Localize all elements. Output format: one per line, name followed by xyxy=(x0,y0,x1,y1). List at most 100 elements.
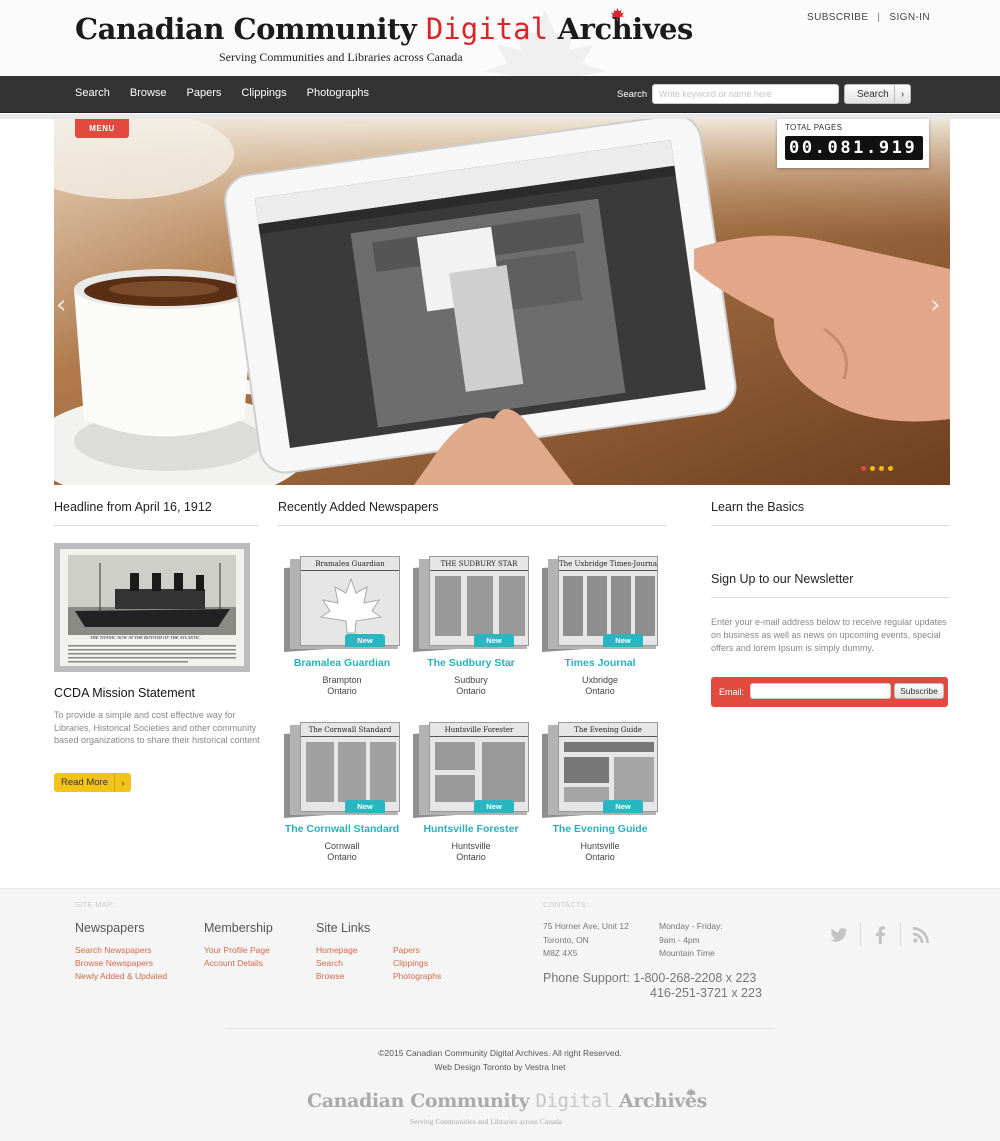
read-more-label: Read More xyxy=(61,777,108,788)
footer-link-search-newspapers[interactable]: Search Newspapers xyxy=(75,945,152,955)
search-button-label: Search xyxy=(857,88,889,100)
section-rule xyxy=(711,597,950,598)
new-badge: New xyxy=(345,634,385,647)
read-more-button[interactable]: Read More › xyxy=(54,773,131,792)
slider-dot-2[interactable] xyxy=(870,466,875,471)
newspaper-card[interactable]: The Evening Guide New The Evening Guide … xyxy=(535,717,665,872)
footer-link-clippings[interactable]: Clippings xyxy=(393,958,428,968)
link-separator: | xyxy=(877,12,881,23)
newspaper-masthead: The Cornwall Standard xyxy=(301,723,399,737)
footer-link-account[interactable]: Account Details xyxy=(204,958,263,968)
newspaper-thumbnail: Bramalea Guardian xyxy=(300,556,400,646)
footer-logo[interactable]: Canadian Community Digital Archives xyxy=(307,1090,707,1112)
site-tagline: Serving Communities and Libraries across… xyxy=(219,50,463,64)
newspaper-province: Ontario xyxy=(456,852,486,862)
slider-dot-1[interactable] xyxy=(861,466,866,471)
newspaper-thumbnail: The Evening Guide xyxy=(558,722,658,812)
newsprint-columns-icon xyxy=(563,576,655,636)
newsprint-columns-icon xyxy=(435,576,525,636)
basics-title: Learn the Basics xyxy=(711,500,805,514)
footer-address: 75 Horner Ave, Unit 12 Toronto, ON M8Z 4X5 xyxy=(543,921,629,958)
newspaper-name[interactable]: Bramalea Guardian xyxy=(277,657,407,669)
subscribe-link[interactable]: SUBSCRIBE xyxy=(807,12,868,23)
footer-hours: Monday - Friday: 9am - 4pm Mountain Time xyxy=(659,921,723,958)
nav-item-clippings[interactable]: Clippings xyxy=(241,87,286,99)
slider-dot-3[interactable] xyxy=(879,466,884,471)
new-badge: New xyxy=(603,634,643,647)
footer-link-search[interactable]: Search xyxy=(316,958,343,968)
footer-link-profile[interactable]: Your Profile Page xyxy=(204,945,270,955)
newsprint-columns-icon xyxy=(306,742,396,802)
total-pages-counter: TOTAL PAGES 00.081.919 xyxy=(777,119,929,168)
newspaper-city: Brampton xyxy=(322,675,362,685)
newspaper-name[interactable]: The Sudbury Star xyxy=(406,657,536,669)
hero-slider-image xyxy=(54,119,950,485)
newspaper-masthead: Huntsville Forester xyxy=(430,723,528,737)
newspaper-city: Sudbury xyxy=(454,675,488,685)
signin-link[interactable]: SIGN-IN xyxy=(889,12,930,23)
slider-next-arrow-icon[interactable]: › xyxy=(930,290,940,320)
account-links: SUBSCRIBE | SIGN-IN xyxy=(807,12,930,23)
newspaper-card[interactable]: Huntsville Forester New Huntsville Fores… xyxy=(406,717,536,872)
phone-support: Phone Support: 1-800-268-2208 x 223 416-… xyxy=(543,971,762,1000)
site-logo[interactable]: Canadian Community Digital Archives xyxy=(75,12,693,46)
footer-link-photographs[interactable]: Photographs xyxy=(393,971,441,981)
search-input[interactable] xyxy=(652,84,839,104)
newsprint-columns-icon xyxy=(435,742,525,802)
newsletter-title: Sign Up to our Newsletter xyxy=(711,572,854,586)
footer-sitelinks-title: Site Links xyxy=(316,921,371,935)
email-field[interactable] xyxy=(750,683,891,699)
footer-link-papers[interactable]: Papers xyxy=(393,945,420,955)
newspaper-thumbnail: Huntsville Forester xyxy=(429,722,529,812)
slider-prev-arrow-icon[interactable]: ‹ xyxy=(56,290,66,320)
new-badge: New xyxy=(603,800,643,813)
footer-link-browse[interactable]: Browse xyxy=(316,971,344,981)
footer-link-homepage[interactable]: Homepage xyxy=(316,945,358,955)
mission-text: To provide a simple and cost effective w… xyxy=(54,710,260,745)
newspaper-masthead: The Uxbridge Times-Journal xyxy=(559,557,657,571)
subscribe-button[interactable]: Subscribe xyxy=(894,683,944,699)
newspaper-masthead: The Evening Guide xyxy=(559,723,657,737)
email-label: Email: xyxy=(719,687,745,697)
newspaper-city: Huntsville xyxy=(451,841,491,851)
headline-caption: THE TITANIC NOW AT THE BOTTOM OF THE ATL… xyxy=(90,635,202,640)
maple-leaf-icon xyxy=(686,1088,696,1098)
twitter-icon[interactable] xyxy=(828,924,850,946)
footer-membership-title: Membership xyxy=(204,921,273,935)
headline-newspaper-image[interactable]: THE TITANIC NOW AT THE BOTTOM OF THE ATL… xyxy=(54,543,250,672)
newspaper-name[interactable]: Times Journal xyxy=(535,657,665,669)
newspaper-card[interactable]: Bramalea Guardian New Bramalea Guardian … xyxy=(277,551,407,706)
slider-dot-4[interactable] xyxy=(888,466,893,471)
nav-item-browse[interactable]: Browse xyxy=(130,87,167,99)
section-rule xyxy=(711,525,950,526)
newspaper-card[interactable]: The Cornwall Standard New The Cornwall S… xyxy=(277,717,407,872)
nav-item-search[interactable]: Search xyxy=(75,87,110,99)
headline-title: Headline from April 16, 1912 xyxy=(54,500,212,514)
footer-link-browse-newspapers[interactable]: Browse Newspapers xyxy=(75,958,153,968)
nav-item-photographs[interactable]: Photographs xyxy=(307,87,369,99)
nav-item-papers[interactable]: Papers xyxy=(187,87,222,99)
menu-button[interactable]: MENU xyxy=(75,119,129,138)
newspaper-masthead: THE SUDBURY STAR xyxy=(430,557,528,571)
site-header: Canadian Community Digital Archives Serv… xyxy=(0,0,1000,76)
counter-value: 00.081.919 xyxy=(785,136,923,160)
newspaper-name[interactable]: Huntsville Forester xyxy=(406,823,536,835)
newspaper-city: Huntsville xyxy=(580,841,620,851)
newspaper-province: Ontario xyxy=(585,686,615,696)
rss-icon[interactable] xyxy=(910,924,932,946)
social-divider xyxy=(860,922,861,946)
newspaper-card[interactable]: The Uxbridge Times-Journal New Times Jou… xyxy=(535,551,665,706)
newsletter-form: Email: Subscribe xyxy=(711,677,948,707)
facebook-icon[interactable] xyxy=(869,924,891,946)
search-button[interactable]: Search › xyxy=(844,84,911,104)
newsprint-columns-icon xyxy=(564,742,654,802)
footer-link-newly-added[interactable]: Newly Added & Updated xyxy=(75,971,167,981)
maple-leaf-icon xyxy=(611,8,624,21)
newspaper-card[interactable]: THE SUDBURY STAR New The Sudbury Star Su… xyxy=(406,551,536,706)
credit-text: Web Design Toronto by Vestra Inet xyxy=(434,1062,566,1072)
footer-tagline: Serving Communities and Libraries across… xyxy=(410,1117,563,1126)
hero-illustration xyxy=(54,119,950,485)
newspaper-name[interactable]: The Cornwall Standard xyxy=(277,823,407,835)
newspaper-masthead: Bramalea Guardian xyxy=(301,557,399,571)
newspaper-name[interactable]: The Evening Guide xyxy=(535,823,665,835)
